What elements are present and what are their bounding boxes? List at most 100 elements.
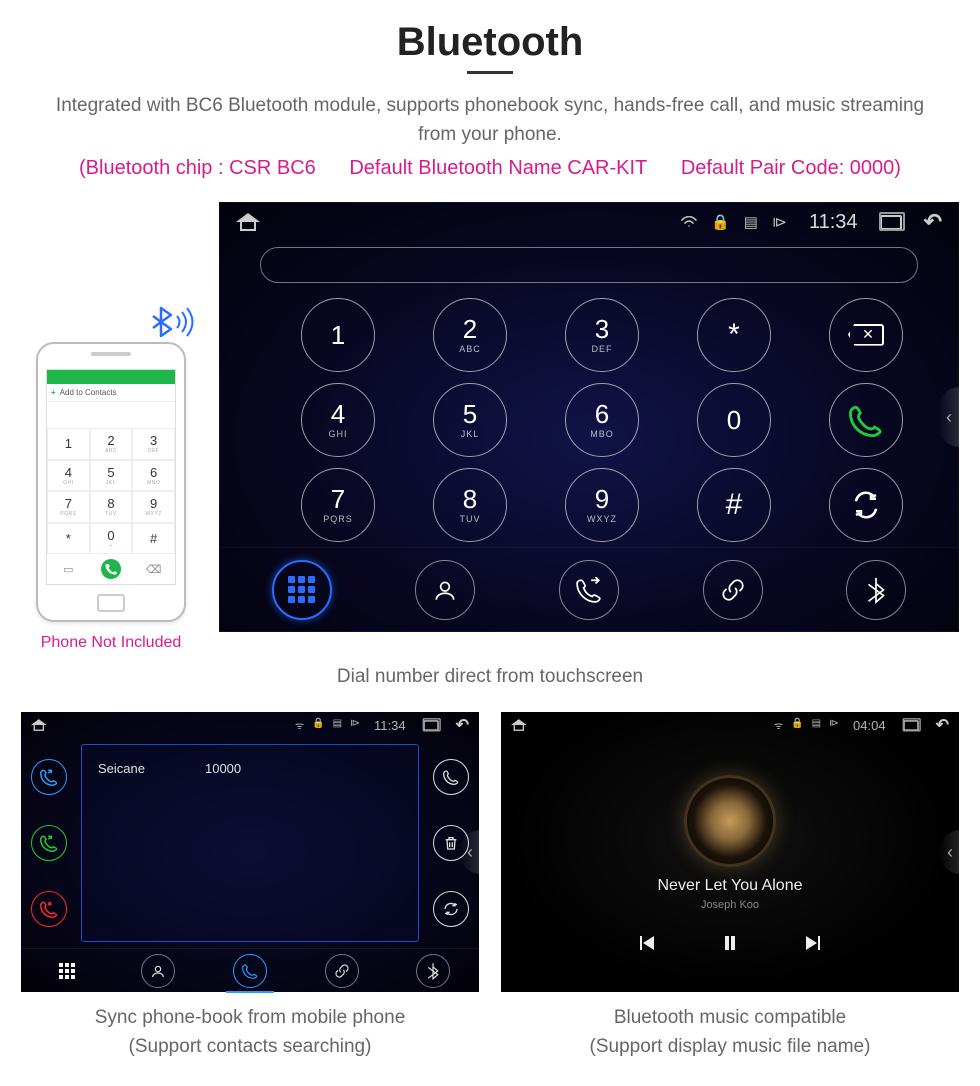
phone-key: # (132, 523, 175, 555)
number-input[interactable] (260, 247, 918, 283)
phone-key: 7PQRS (47, 491, 90, 523)
spec-line: (Bluetooth chip : CSR BC6 Default Blueto… (15, 157, 965, 180)
contact-row[interactable]: Seicane 10000 (96, 755, 404, 782)
dial-key-2[interactable]: 2ABC (433, 298, 507, 372)
dial-key-7[interactable]: 7PQRS (301, 468, 375, 542)
home-icon[interactable] (511, 719, 527, 731)
outgoing-call-icon[interactable] (31, 825, 67, 861)
tab-contacts[interactable] (141, 954, 175, 988)
dial-key-0[interactable]: 0 (697, 383, 771, 457)
delete-icon: ⌫ (144, 559, 164, 579)
sd-card-icon: ▤ (744, 213, 758, 231)
sd-card-icon: ▤ (812, 718, 821, 732)
next-track-button[interactable] (802, 931, 826, 955)
phone-number-field (47, 402, 175, 428)
phone-key: * (47, 523, 90, 555)
dial-key-*[interactable]: * (697, 298, 771, 372)
side-drawer-handle[interactable]: ‹ (938, 387, 960, 447)
bottom-tabs (21, 948, 479, 992)
music-controls (634, 931, 826, 955)
phone-key: 1 (47, 428, 90, 460)
tab-pair[interactable] (703, 560, 763, 620)
tab-keypad[interactable] (272, 560, 332, 620)
phone-key: 8TUV (90, 491, 133, 523)
status-bar: 🔒 ▤ ⧐ 11:34 ↶ (220, 203, 958, 241)
track-artist: Joseph Koo (701, 899, 759, 911)
phone-key: 9WXYZ (132, 491, 175, 523)
back-icon[interactable]: ↶ (924, 209, 942, 235)
recents-icon[interactable] (903, 720, 918, 731)
bluetooth-status-icon: ⧐ (350, 718, 360, 732)
tab-call-log[interactable] (233, 954, 267, 988)
sd-card-icon: ▤ (333, 718, 342, 732)
status-icons: ᯤ 🔒 ▤ ⧐ (774, 718, 839, 732)
tab-call-log[interactable] (559, 560, 619, 620)
dial-key-6[interactable]: 6MBO (565, 383, 639, 457)
spec-code: Default Pair Code: 0000) (681, 157, 901, 179)
dial-key-1[interactable]: 1 (301, 298, 375, 372)
home-icon[interactable] (236, 213, 260, 231)
phone-bottombar: ▭ ⌫ (47, 554, 175, 584)
camera-icon: ▭ (58, 559, 78, 579)
dialer-caption: Dial number direct from touchscreen (15, 666, 965, 688)
home-icon[interactable] (31, 719, 47, 731)
call-key[interactable] (829, 383, 903, 457)
dial-key-9[interactable]: 9WXYZ (565, 468, 639, 542)
title-underline (467, 71, 513, 74)
back-icon[interactable]: ↶ (936, 715, 949, 735)
back-icon[interactable]: ↶ (456, 715, 469, 735)
delete-key[interactable]: ✕ (829, 298, 903, 372)
album-art (684, 775, 776, 867)
contacts-list[interactable]: Seicane 10000 (81, 744, 419, 942)
page-title: Bluetooth (15, 20, 965, 65)
music-caption: Bluetooth music compatible (Support disp… (501, 1004, 959, 1061)
missed-call-icon[interactable] (31, 891, 67, 927)
incoming-call-icon[interactable] (31, 759, 67, 795)
page-description: Integrated with BC6 Bluetooth module, su… (40, 92, 940, 149)
swap-key[interactable] (829, 468, 903, 542)
call-icon (101, 559, 121, 579)
tab-bluetooth[interactable] (416, 954, 450, 988)
head-unit-contacts: ᯤ 🔒 ▤ ⧐ 11:34 ↶ (21, 712, 479, 992)
phone-note: Phone Not Included (41, 634, 182, 652)
status-icons: ᯤ 🔒 ▤ ⧐ (295, 718, 360, 732)
contact-name: Seicane (98, 761, 145, 776)
spec-chip: (Bluetooth chip : CSR BC6 (79, 157, 316, 179)
status-bar: ᯤ 🔒 ▤ ⧐ 11:34 ↶ (21, 712, 479, 738)
phone-add-contacts: +Add to Contacts (47, 384, 175, 402)
phone-key: 0+ (90, 523, 133, 555)
lock-icon: 🔒 (791, 718, 803, 732)
phone-key: 6MNO (132, 460, 175, 492)
tab-pair[interactable] (325, 954, 359, 988)
sync-contacts-icon[interactable] (433, 891, 469, 927)
tab-keypad[interactable] (50, 954, 84, 988)
bluetooth-status-icon: ⧐ (772, 213, 787, 231)
status-icons: 🔒 ▤ ⧐ (681, 213, 787, 231)
tab-contacts[interactable] (415, 560, 475, 620)
wifi-icon (681, 216, 697, 228)
dial-key-8[interactable]: 8TUV (433, 468, 507, 542)
dial-contact-icon[interactable] (433, 759, 469, 795)
prev-track-button[interactable] (634, 931, 658, 955)
phone-keypad: 12ABC3DEF4GHI5JKL6MNO7PQRS8TUV9WXYZ*0+# (47, 428, 175, 554)
bluetooth-signal-icon (151, 292, 201, 342)
recents-icon[interactable] (880, 215, 902, 230)
lock-icon: 🔒 (312, 718, 324, 732)
contacts-caption: Sync phone-book from mobile phone (Suppo… (21, 1004, 479, 1061)
phone-key: 4GHI (47, 460, 90, 492)
recents-icon[interactable] (423, 720, 438, 731)
tab-bluetooth[interactable] (846, 560, 906, 620)
wifi-icon: ᯤ (295, 718, 304, 732)
clock: 11:34 (809, 211, 858, 234)
dial-key-3[interactable]: 3DEF (565, 298, 639, 372)
clock: 04:04 (853, 718, 886, 733)
bottom-tabs (220, 547, 958, 631)
dial-key-4[interactable]: 4GHI (301, 383, 375, 457)
dial-key-5[interactable]: 5JKL (433, 383, 507, 457)
phone-key: 3DEF (132, 428, 175, 460)
dial-keypad: 1 2ABC 3DEF * ✕ 4GHI 5JKL 6MBO 0 7PQRS 8TUV 9WXYZ # (220, 291, 958, 547)
play-pause-button[interactable] (718, 931, 742, 955)
dial-key-#[interactable]: # (697, 468, 771, 542)
head-unit-dialer: 🔒 ▤ ⧐ 11:34 ↶ 1 2ABC 3DEF * ✕ 4GHI 5JKL 6MBO 0 7P… (219, 202, 959, 632)
phone-key: 2ABC (90, 428, 133, 460)
